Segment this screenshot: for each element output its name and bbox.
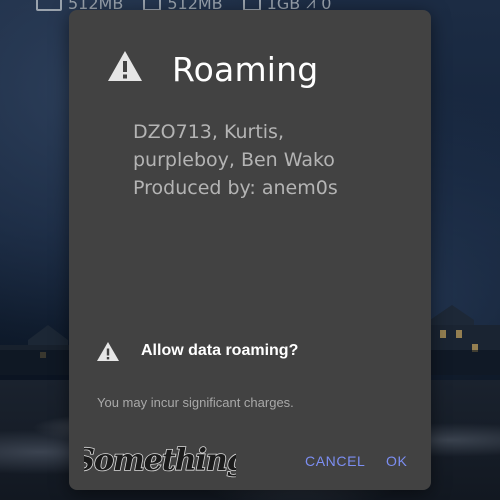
message-line: Produced by: anem0s [133, 177, 338, 199]
dialog-message: DZO713, Kurtis, purpleboy, Ben Wako Prod… [133, 118, 363, 202]
message-line: purpleboy, Ben Wako [133, 149, 335, 171]
something-logo: Something [84, 442, 236, 479]
ok-button[interactable]: OK [386, 453, 407, 469]
warning-icon [108, 51, 142, 81]
roaming-dialog: Roaming DZO713, Kurtis, purpleboy, Ben W… [69, 10, 431, 490]
cancel-button[interactable]: CANCEL [305, 453, 365, 469]
svg-text:Something: Something [84, 443, 236, 478]
dialog-title: Roaming [172, 50, 319, 89]
memory-chip-icon [36, 0, 62, 11]
roaming-charges-warning: You may incur significant charges. [97, 395, 294, 410]
roaming-warning-icon [97, 342, 119, 361]
message-line: DZO713, Kurtis, [133, 121, 284, 143]
roaming-question: Allow data roaming? [141, 342, 299, 359]
